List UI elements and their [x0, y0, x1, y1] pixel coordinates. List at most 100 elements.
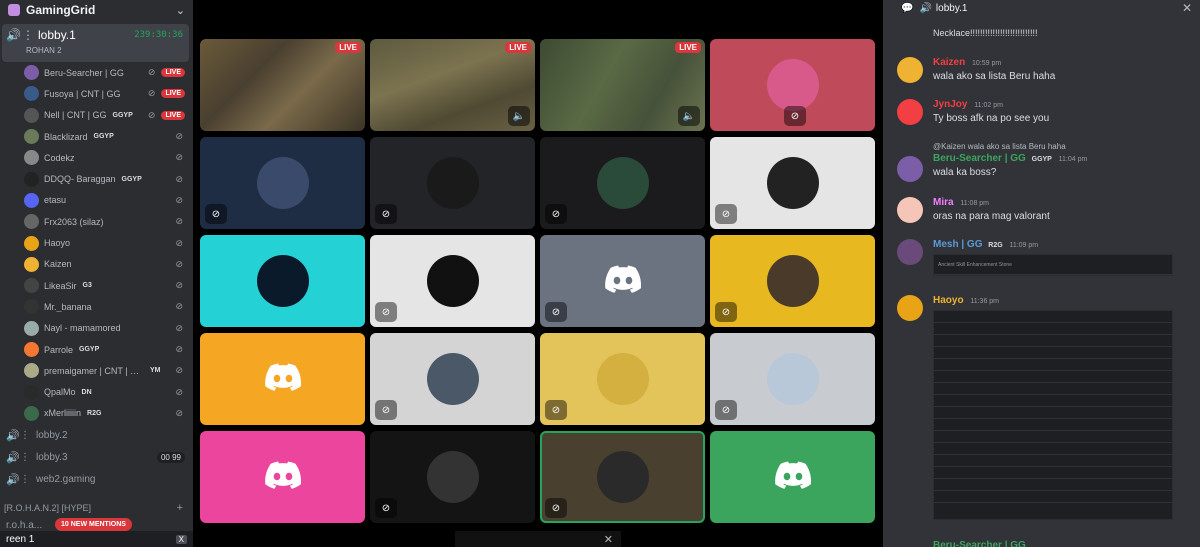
voice-user-item[interactable]: DDQQ- Baraggan GGYP ⊘ [0, 168, 193, 189]
participant-tile[interactable]: ⊘ [370, 333, 535, 425]
voice-user-item[interactable]: Kaizen ⊘ [0, 254, 193, 275]
participant-tile-default[interactable] [200, 333, 365, 425]
avatar[interactable] [897, 239, 923, 265]
volume-icon[interactable]: 🔈 [678, 106, 700, 126]
server-name: GamingGrid [26, 3, 96, 17]
live-badge: LIVE [161, 110, 185, 120]
volume-icon[interactable]: 🔈 [508, 106, 530, 126]
chat-message[interactable]: Beru-Searcher | GG [897, 540, 1192, 547]
mic-muted-icon: ⊘ [545, 302, 567, 322]
message-author[interactable]: Mira [933, 197, 954, 208]
voice-user-item[interactable]: xMerliiiiin R2G ⊘ [0, 403, 193, 424]
participant-tile[interactable]: ⊘ [540, 431, 705, 523]
participant-tile-default[interactable] [200, 431, 365, 523]
voice-user-item[interactable]: Haoyo ⊘ [0, 232, 193, 253]
avatar [766, 353, 819, 405]
chat-message[interactable]: Mesh | GG R2G 11:09 pm Ancient Skill Enh… [897, 239, 1192, 276]
mic-muted-icon: ⊘ [715, 204, 737, 224]
avatar[interactable] [897, 57, 923, 83]
add-channel-icon[interactable]: + [177, 502, 183, 514]
voice-channel-item[interactable]: 🔊 ⋮ lobby.3 00 99 [0, 446, 193, 468]
voice-channel-item[interactable]: 🔊 ⋮ lobby.2 [0, 424, 193, 446]
participant-tile[interactable]: ⊘ [370, 235, 535, 327]
message-author[interactable]: Beru-Searcher | GG [933, 153, 1026, 164]
reply-preview[interactable]: @Kaizen wala ako sa lista Beru haha [933, 142, 1192, 151]
stream-tile[interactable]: LIVE [200, 39, 365, 131]
avatar [24, 129, 39, 145]
chat-message[interactable]: Mira 11:08 pm oras na para mag valorant [897, 197, 1192, 223]
voice-user-item[interactable]: QpalMo DN ⊘ [0, 381, 193, 402]
participant-tile[interactable]: ⊘ [710, 333, 875, 425]
voice-user-item[interactable]: Frx2063 (silaz) ⊘ [0, 211, 193, 232]
message-timestamp: 11:02 pm [974, 102, 1003, 109]
voice-user-item[interactable]: premaigamer | CNT | GG YM ⊘ [0, 360, 193, 381]
voice-user-item[interactable]: Mr._banana ⊘ [0, 296, 193, 317]
chevron-down-icon[interactable]: ⌄ [176, 4, 185, 17]
chat-message[interactable]: Haoyo 11:36 pm [897, 295, 1192, 520]
participant-tile-default[interactable] [710, 431, 875, 523]
participant-tile[interactable]: ⊘ [370, 431, 535, 523]
channel-name: lobby.2 [36, 429, 68, 441]
message-author[interactable]: JynJoy [933, 99, 967, 110]
mentions-channel[interactable]: r.o.h.a... [6, 520, 42, 531]
participant-tile[interactable] [200, 235, 365, 327]
drag-handle-icon[interactable]: ⋮ [20, 430, 30, 441]
message-author[interactable]: Mesh | GG [933, 239, 982, 250]
image-attachment[interactable] [933, 310, 1173, 520]
mic-muted-icon: ⊘ [715, 400, 737, 420]
participant-tile[interactable]: ⊘ [710, 235, 875, 327]
table-row [934, 311, 1172, 323]
participant-tile[interactable]: ⊘ [370, 137, 535, 229]
chat-message[interactable]: JynJoy 11:02 pm Ty boss afk na po see yo… [897, 99, 1192, 125]
avatar[interactable] [897, 99, 923, 125]
voice-channel-lobby-1[interactable]: 🔊 ⋮ lobby.1 239:30:36 ROHAN 2 [2, 24, 189, 62]
message-timestamp: 11:08 pm [960, 200, 990, 207]
close-screen-button[interactable]: X [175, 534, 187, 544]
drag-handle-icon[interactable]: ⋮ [20, 452, 30, 463]
muted-icon: ⊘ [175, 131, 185, 142]
speaker-icon: 🔊 [6, 451, 20, 464]
participant-tile[interactable]: ⊘ [710, 137, 875, 229]
participant-tile-default[interactable]: ⊘ [540, 235, 705, 327]
voice-user-item[interactable]: Parrole GGYP ⊘ [0, 339, 193, 360]
mic-muted-icon: ⊘ [545, 204, 567, 224]
message-author[interactable]: Haoyo [933, 295, 964, 306]
message-author[interactable]: Beru-Searcher | GG [933, 540, 1026, 547]
chat-message[interactable]: Kaizen 10:59 pm wala ako sa lista Beru h… [897, 57, 1192, 83]
server-logo-icon [8, 4, 20, 16]
chat-message[interactable]: @Kaizen wala ako sa lista Beru haha Beru… [897, 142, 1192, 182]
new-mentions-badge[interactable]: 10 NEW MENTIONS [55, 518, 132, 532]
voice-user-item[interactable]: Blacklizard GGYP ⊘ [0, 126, 193, 147]
server-header[interactable]: GamingGrid ⌄ [0, 0, 193, 20]
voice-user-item[interactable]: Fusoya | CNT | GG ⊘ LIVE [0, 83, 193, 104]
avatar[interactable] [897, 156, 923, 182]
stream-tile[interactable]: LIVE 🔈 [540, 39, 705, 131]
voice-user-item[interactable]: LikeaSir G3 ⊘ [0, 275, 193, 296]
voice-user-item[interactable]: etasu ⊘ [0, 190, 193, 211]
stream-tile[interactable]: LIVE 🔈 [370, 39, 535, 131]
participant-tile[interactable]: ⊘ [200, 137, 365, 229]
message-author[interactable]: Kaizen [933, 57, 965, 68]
voice-user-name: Mr._banana [44, 301, 92, 312]
participant-tile[interactable]: ⊘ [710, 39, 875, 131]
participant-tile[interactable]: ⊘ [540, 333, 705, 425]
voice-user-item[interactable]: Nayl - mamamored ⊘ [0, 318, 193, 339]
table-row [934, 395, 1172, 407]
voice-user-item[interactable]: Nell | CNT | GG GGYP ⊘ LIVE [0, 105, 193, 126]
voice-user-item[interactable]: Beru-Searcher | GG ⊘ LIVE [0, 62, 193, 83]
avatar [256, 255, 309, 307]
user-tag: GGYP [1031, 156, 1052, 163]
voice-user-item[interactable]: Codekz ⊘ [0, 147, 193, 168]
avatar [24, 384, 39, 400]
voice-channel-item[interactable]: 🔊 ⋮ web2.gaming [0, 468, 193, 490]
drag-handle-icon[interactable]: ⋮ [22, 28, 34, 42]
avatar[interactable] [897, 197, 923, 223]
category-header[interactable]: [R.O.H.A.N.2] [HYPE] + [0, 498, 193, 518]
muted-icon: ⊘ [175, 258, 185, 269]
close-icon[interactable]: ✕ [604, 533, 613, 546]
drag-handle-icon[interactable]: ⋮ [20, 474, 30, 485]
participant-tile[interactable]: ⊘ [540, 137, 705, 229]
avatar[interactable] [897, 295, 923, 321]
close-chat-icon[interactable]: ✕ [1182, 1, 1192, 15]
image-attachment[interactable]: Ancient Skill Enhancement Stone [933, 254, 1173, 276]
